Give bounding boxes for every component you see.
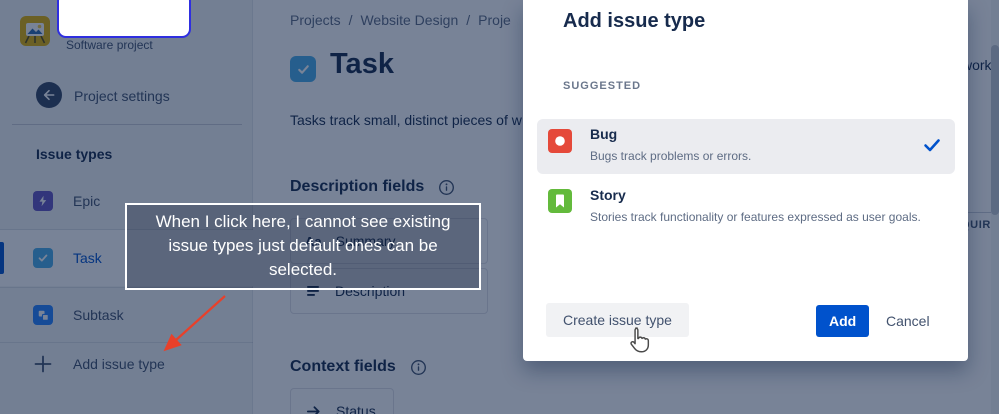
option-name: Story (590, 187, 626, 203)
add-button[interactable]: Add (816, 305, 870, 337)
redaction-box (57, 0, 191, 38)
bug-icon (548, 129, 572, 153)
suggested-heading: SUGGESTED (563, 80, 642, 92)
dialog-title: Add issue type (563, 10, 706, 32)
selected-check-icon (922, 135, 942, 160)
annotation-note: When I click here, I cannot see existing… (125, 203, 481, 290)
option-story[interactable]: Story Stories track functionality or fea… (537, 180, 955, 266)
option-description: Stories track functionality or features … (590, 210, 921, 224)
option-bug[interactable]: Bug Bugs track problems or errors. (537, 119, 955, 174)
screen: Software project Project settings Issue … (0, 0, 999, 414)
option-name: Bug (590, 126, 618, 142)
create-issue-type-button[interactable]: Create issue type (546, 303, 689, 337)
option-description: Bugs track problems or errors. (590, 149, 752, 163)
story-icon (548, 189, 572, 213)
cancel-button[interactable]: Cancel (878, 305, 938, 337)
